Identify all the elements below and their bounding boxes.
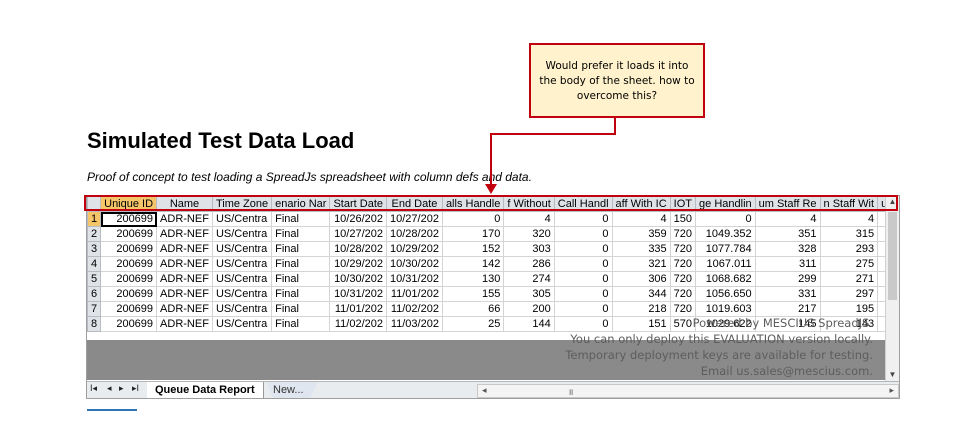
underline-link[interactable] [87, 409, 137, 411]
annotation-callout: Would prefer it loads it into the body o… [529, 43, 705, 118]
callout-arrow [485, 118, 616, 194]
